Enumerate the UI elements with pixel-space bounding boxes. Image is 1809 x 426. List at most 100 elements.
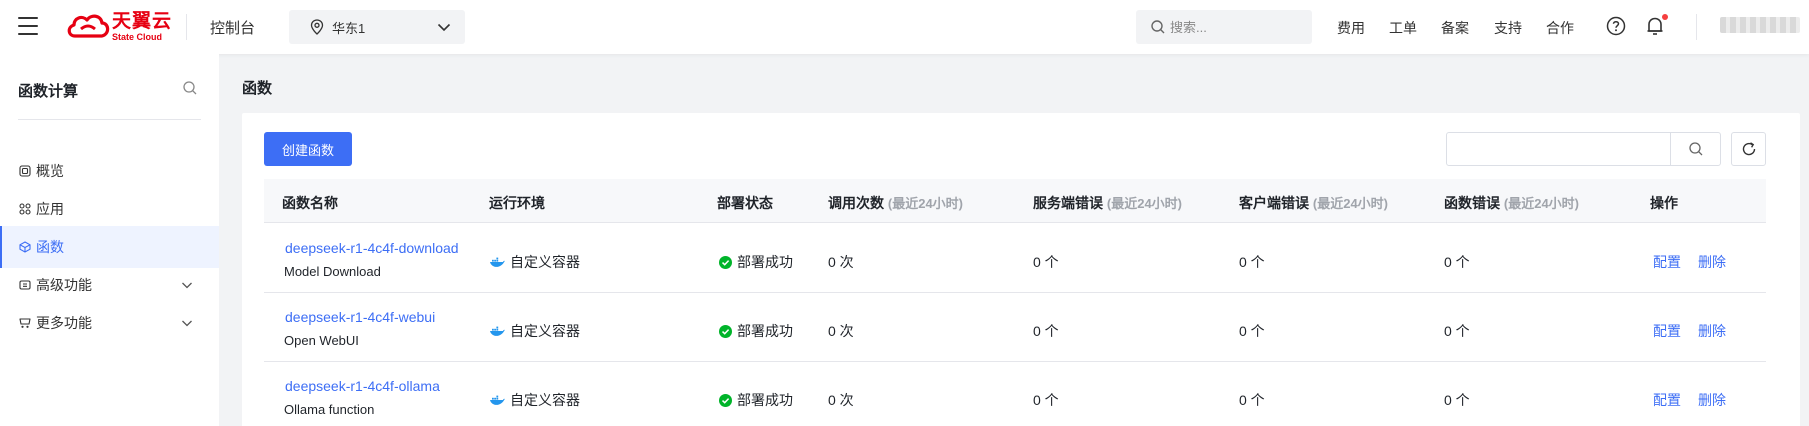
invocations-cell: 0 次 [828, 323, 854, 339]
chevron-down-icon [182, 282, 192, 289]
apps-icon [19, 203, 31, 215]
page-title: 函数 [242, 80, 273, 97]
table-search-button[interactable] [1670, 133, 1720, 165]
sidebar-item-label: 更多功能 [36, 315, 92, 331]
function-errors-cell: 0 个 [1444, 392, 1470, 408]
nav-partner[interactable]: 合作 [1546, 18, 1574, 38]
status-label: 部署成功 [737, 254, 793, 270]
table-header: 函数名称 运行环境 部署状态 调用次数 (最近24小时) 服务端错误 (最近24… [264, 179, 1766, 223]
column-header-actions: 操作 [1650, 195, 1678, 211]
docker-icon [490, 395, 505, 405]
advanced-icon [19, 280, 31, 290]
sidebar-item-advanced[interactable]: 高级功能 [0, 264, 219, 306]
more-icon [19, 318, 31, 328]
sidebar-item-label: 函数 [36, 239, 64, 255]
help-icon[interactable] [1606, 16, 1626, 36]
function-icon [19, 241, 31, 253]
column-header-runtime: 运行环境 [489, 195, 545, 211]
server-errors-cell: 0 个 [1033, 392, 1059, 408]
function-name-link[interactable]: deepseek-r1-4c4f-download [285, 240, 459, 256]
server-errors-cell: 0 个 [1033, 254, 1059, 270]
cloud-logo-icon [67, 14, 110, 38]
sidebar-item-functions[interactable]: 函数 [0, 226, 219, 268]
sidebar-title: 函数计算 [18, 83, 79, 100]
sidebar-item-apps[interactable]: 应用 [0, 188, 219, 230]
client-errors-cell: 0 个 [1239, 254, 1265, 270]
console-link[interactable]: 控制台 [210, 17, 255, 38]
sidebar-item-label: 应用 [36, 201, 64, 217]
logo-en-text: State Cloud [112, 32, 163, 42]
delete-link[interactable]: 删除 [1698, 390, 1726, 410]
create-function-button[interactable]: 创建函数 [264, 132, 352, 166]
status-cell: 部署成功 [719, 390, 793, 410]
overview-icon [19, 165, 31, 177]
divider [1696, 14, 1697, 40]
global-search[interactable] [1136, 10, 1312, 44]
menu-icon[interactable] [18, 17, 38, 35]
divider [18, 119, 201, 120]
docker-icon [490, 326, 505, 336]
table-row: deepseek-r1-4c4f-download Model Download… [264, 224, 1766, 293]
search-icon [1688, 142, 1702, 156]
column-header-client-errors: 客户端错误 (最近24小时) [1239, 195, 1389, 211]
logo[interactable]: 天翼云 State Cloud [66, 12, 172, 42]
nav-billing[interactable]: 费用 [1337, 18, 1365, 38]
function-errors-cell: 0 个 [1444, 254, 1470, 270]
invocations-cell: 0 次 [828, 254, 854, 270]
column-header-function-errors: 函数错误 (最近24小时) [1444, 195, 1580, 211]
user-account-blurred[interactable] [1720, 17, 1800, 33]
function-name-link[interactable]: deepseek-r1-4c4f-webui [285, 309, 435, 325]
nav-support[interactable]: 支持 [1494, 18, 1522, 38]
search-icon[interactable] [182, 80, 198, 96]
success-check-icon [719, 324, 732, 338]
location-pin-icon [310, 19, 324, 35]
delete-link[interactable]: 删除 [1698, 321, 1726, 341]
success-check-icon [719, 255, 732, 269]
nav-filing[interactable]: 备案 [1441, 18, 1469, 38]
function-errors-cell: 0 个 [1444, 323, 1470, 339]
server-errors-cell: 0 个 [1033, 323, 1059, 339]
search-icon [1151, 20, 1165, 34]
column-header-invocations: 调用次数 (最近24小时) [828, 195, 964, 211]
config-link[interactable]: 配置 [1653, 321, 1681, 341]
status-cell: 部署成功 [719, 252, 793, 272]
global-search-input[interactable] [1170, 19, 1300, 35]
column-header-status: 部署状态 [717, 195, 773, 211]
refresh-button[interactable] [1731, 132, 1766, 166]
delete-link[interactable]: 删除 [1698, 252, 1726, 272]
sidebar-item-label: 概览 [36, 163, 64, 179]
table-search[interactable] [1446, 132, 1721, 166]
sidebar-item-label: 高级功能 [36, 277, 92, 293]
chevron-down-icon [437, 23, 451, 31]
runtime-cell: 自定义容器 [489, 321, 580, 341]
config-link[interactable]: 配置 [1653, 252, 1681, 272]
function-name-link[interactable]: deepseek-r1-4c4f-ollama [285, 378, 440, 394]
nav-ticket[interactable]: 工单 [1389, 18, 1417, 38]
client-errors-cell: 0 个 [1239, 392, 1265, 408]
region-label: 华东1 [332, 20, 366, 36]
table-row: deepseek-r1-4c4f-webui Open WebUI 自定义容器 … [264, 293, 1766, 362]
client-errors-cell: 0 个 [1239, 323, 1265, 339]
table-search-input[interactable] [1447, 133, 1670, 165]
runtime-cell: 自定义容器 [489, 390, 580, 410]
config-link[interactable]: 配置 [1653, 390, 1681, 410]
runtime-label: 自定义容器 [510, 323, 580, 339]
sidebar-item-overview[interactable]: 概览 [0, 150, 219, 192]
logo-cn-text: 天翼云 [112, 11, 173, 32]
sidebar: 函数计算 概览 应用 函数 高级功能 更多功能 [0, 54, 219, 426]
success-check-icon [719, 393, 732, 407]
invocations-cell: 0 次 [828, 392, 854, 408]
function-description: Model Download [284, 264, 381, 279]
notification-dot [1662, 14, 1668, 20]
runtime-label: 自定义容器 [510, 254, 580, 270]
function-description: Open WebUI [284, 333, 359, 348]
runtime-cell: 自定义容器 [489, 252, 580, 272]
column-header-name: 函数名称 [282, 195, 338, 211]
docker-icon [490, 257, 505, 267]
status-label: 部署成功 [737, 323, 793, 339]
region-selector[interactable]: 华东1 [289, 10, 465, 44]
column-header-server-errors: 服务端错误 (最近24小时) [1033, 195, 1183, 211]
chevron-down-icon [182, 320, 192, 327]
sidebar-item-more[interactable]: 更多功能 [0, 302, 219, 344]
divider [186, 14, 187, 40]
